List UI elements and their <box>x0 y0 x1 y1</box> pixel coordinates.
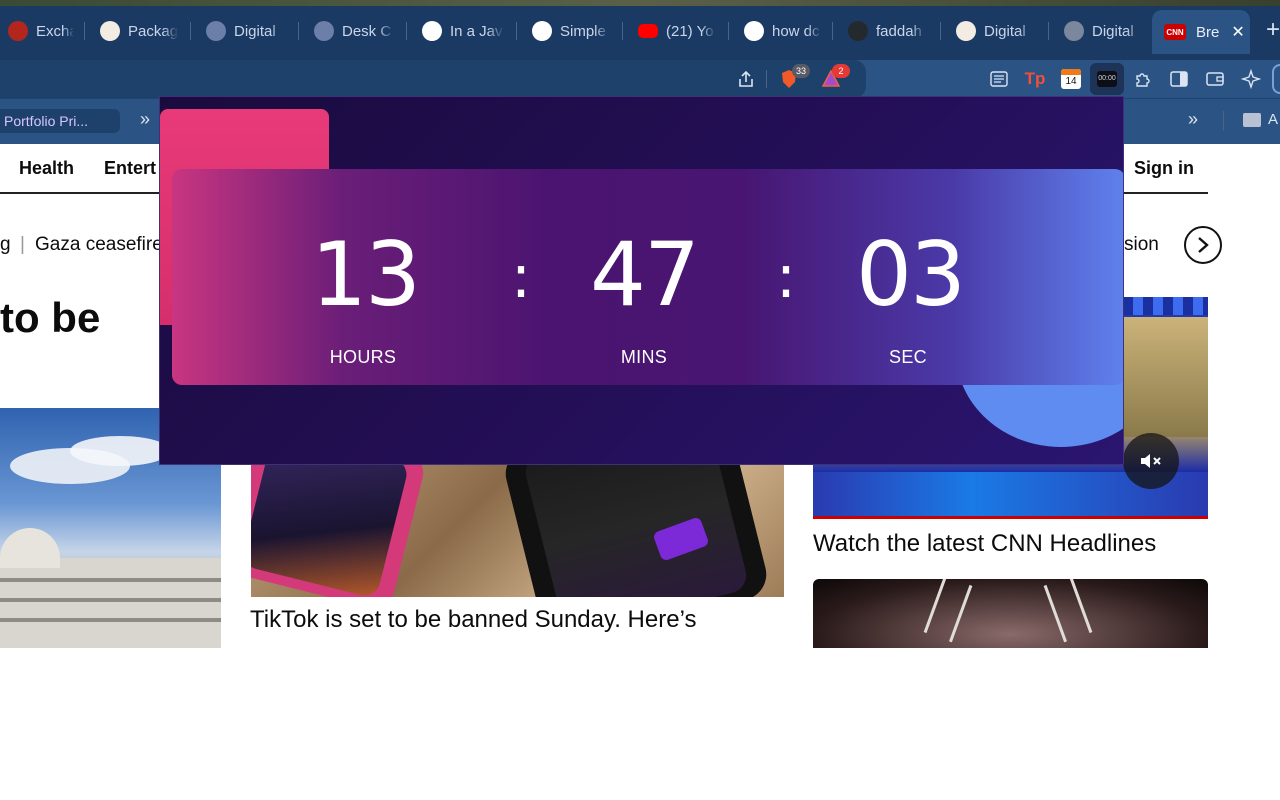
globe-favicon-icon <box>1064 21 1084 41</box>
ticker-item-fragment[interactable]: g <box>0 234 11 256</box>
tab-separator <box>298 22 299 40</box>
tab-3[interactable]: Digital <box>198 14 286 48</box>
tab-label: Digital <box>234 22 276 40</box>
hours-value: 13 <box>311 223 421 326</box>
youtube-favicon-icon <box>638 24 658 38</box>
lead-headline[interactable]: to be <box>0 294 100 342</box>
tab-label: Digital <box>1092 22 1134 40</box>
tab-separator <box>832 22 833 40</box>
hours-label: HOURS <box>329 347 397 367</box>
tp-extension-icon[interactable]: Tp <box>1024 68 1046 90</box>
tab-label: In a Jav <box>450 22 503 40</box>
rewards-count-badge: 2 <box>832 64 850 78</box>
exchange-favicon-icon <box>8 21 28 41</box>
seconds-label: SEC <box>889 347 927 367</box>
new-tab-button[interactable]: + <box>1266 16 1280 44</box>
tiktok-story-headline[interactable]: TikTok is set to be banned Sunday. Here’… <box>250 606 696 634</box>
minutes-value: 47 <box>590 223 700 326</box>
github-favicon-icon <box>848 21 868 41</box>
minutes-seconds-separator: : <box>775 242 797 312</box>
app-favicon-icon <box>206 21 226 41</box>
tab-1[interactable]: Exchan <box>0 14 74 48</box>
ticker-item-right[interactable]: sion <box>1124 234 1159 256</box>
extensions-puzzle-icon[interactable] <box>1132 68 1154 90</box>
close-tab-icon[interactable]: ✕ <box>1231 22 1244 42</box>
calendar-day: 14 <box>1065 76 1077 87</box>
tab-separator <box>190 22 191 40</box>
bookmark-folder-label[interactable]: A <box>1268 111 1278 128</box>
ticker-separator: | <box>20 234 25 255</box>
tab-label: Exchan <box>36 22 74 40</box>
codepen-favicon-icon <box>532 21 552 41</box>
sidebar-toggle-icon[interactable] <box>1168 68 1190 90</box>
tab-separator <box>622 22 623 40</box>
reader-mode-icon[interactable] <box>988 68 1010 90</box>
tab-label: Simple <box>560 22 606 40</box>
tab-separator <box>406 22 407 40</box>
tab-label: Desk C <box>342 22 392 40</box>
story-thumbnail[interactable] <box>813 579 1208 648</box>
tab-label: how dc <box>772 22 820 40</box>
tab-9[interactable]: faddah <box>840 14 926 48</box>
video-story-headline[interactable]: Watch the latest CNN Headlines <box>813 530 1156 558</box>
address-bar[interactable]: 33 2 <box>0 60 866 98</box>
timer-extension-icon: 00:00 <box>1097 71 1117 87</box>
bookmarks-overflow-left-icon[interactable]: » <box>140 109 150 130</box>
tab-separator <box>940 22 941 40</box>
sign-in-link[interactable]: Sign in <box>1134 158 1194 179</box>
minutes-label: MINS <box>620 347 668 367</box>
tab-2[interactable]: Packag <box>92 14 178 48</box>
tab-7[interactable]: (21) Yo <box>630 14 716 48</box>
hours-minutes-separator: : <box>510 242 532 312</box>
countdown-timer-popup: 13 : 47 : 03 HOURS MINS SEC <box>159 96 1124 465</box>
window-top-edge <box>0 0 1280 6</box>
wallet-icon[interactable] <box>1204 68 1226 90</box>
mute-toggle-icon[interactable] <box>1123 433 1179 489</box>
tab-6[interactable]: Simple <box>524 14 610 48</box>
package-favicon-icon <box>956 21 976 41</box>
tab-label: Digital <box>984 22 1026 40</box>
tab-label: faddah <box>876 22 922 40</box>
share-icon[interactable] <box>735 68 757 90</box>
tab-label: Packag <box>128 22 178 40</box>
tab-4[interactable]: Desk C <box>306 14 394 48</box>
leo-ai-icon[interactable] <box>1240 68 1262 90</box>
tab-separator <box>84 22 85 40</box>
seconds-value: 03 <box>856 223 966 326</box>
timer-extension-button[interactable]: 00:00 <box>1090 63 1124 95</box>
google-favicon-icon <box>744 21 764 41</box>
toolbar-divider <box>766 70 767 88</box>
nav-health[interactable]: Health <box>19 158 74 179</box>
tab-8[interactable]: how dc <box>736 14 822 48</box>
package-favicon-icon <box>100 21 120 41</box>
tab-10[interactable]: Digital <box>948 14 1034 48</box>
google-favicon-icon <box>422 21 442 41</box>
tab-separator <box>516 22 517 40</box>
tab-active[interactable]: CNN Bre ✕ <box>1152 10 1250 54</box>
tab-5[interactable]: In a Jav <box>414 14 504 48</box>
tab-label: (21) Yo <box>666 22 714 40</box>
calendar-extension-icon[interactable]: 14 <box>1060 68 1082 90</box>
app-favicon-icon <box>314 21 334 41</box>
shields-count-badge: 33 <box>792 64 810 78</box>
cnn-favicon-icon: CNN <box>1164 24 1186 40</box>
profile-button[interactable] <box>1272 64 1280 94</box>
bookmarks-divider <box>1223 111 1224 131</box>
tab-separator <box>1048 22 1049 40</box>
browser-toolbar: 33 2 Tp 14 00:00 <box>0 60 1280 98</box>
nav-entertainment[interactable]: Entert <box>104 158 156 179</box>
tab-11[interactable]: Digital <box>1056 14 1142 48</box>
ticker-next-button[interactable] <box>1184 226 1222 264</box>
tab-separator <box>728 22 729 40</box>
folder-icon[interactable] <box>1243 113 1261 127</box>
tiktok-phones-photo[interactable] <box>251 464 784 597</box>
browser-tab-strip: Exchan Packag Digital Desk C In a Jav Simple (… <box>0 0 1280 60</box>
bookmark-portfolio[interactable]: Portfolio Pri... <box>0 109 120 133</box>
tab-label: Bre <box>1196 23 1220 41</box>
ticker-item-gaza[interactable]: Gaza ceasefire <box>35 234 163 256</box>
bookmarks-overflow-right-icon[interactable]: » <box>1188 109 1198 130</box>
